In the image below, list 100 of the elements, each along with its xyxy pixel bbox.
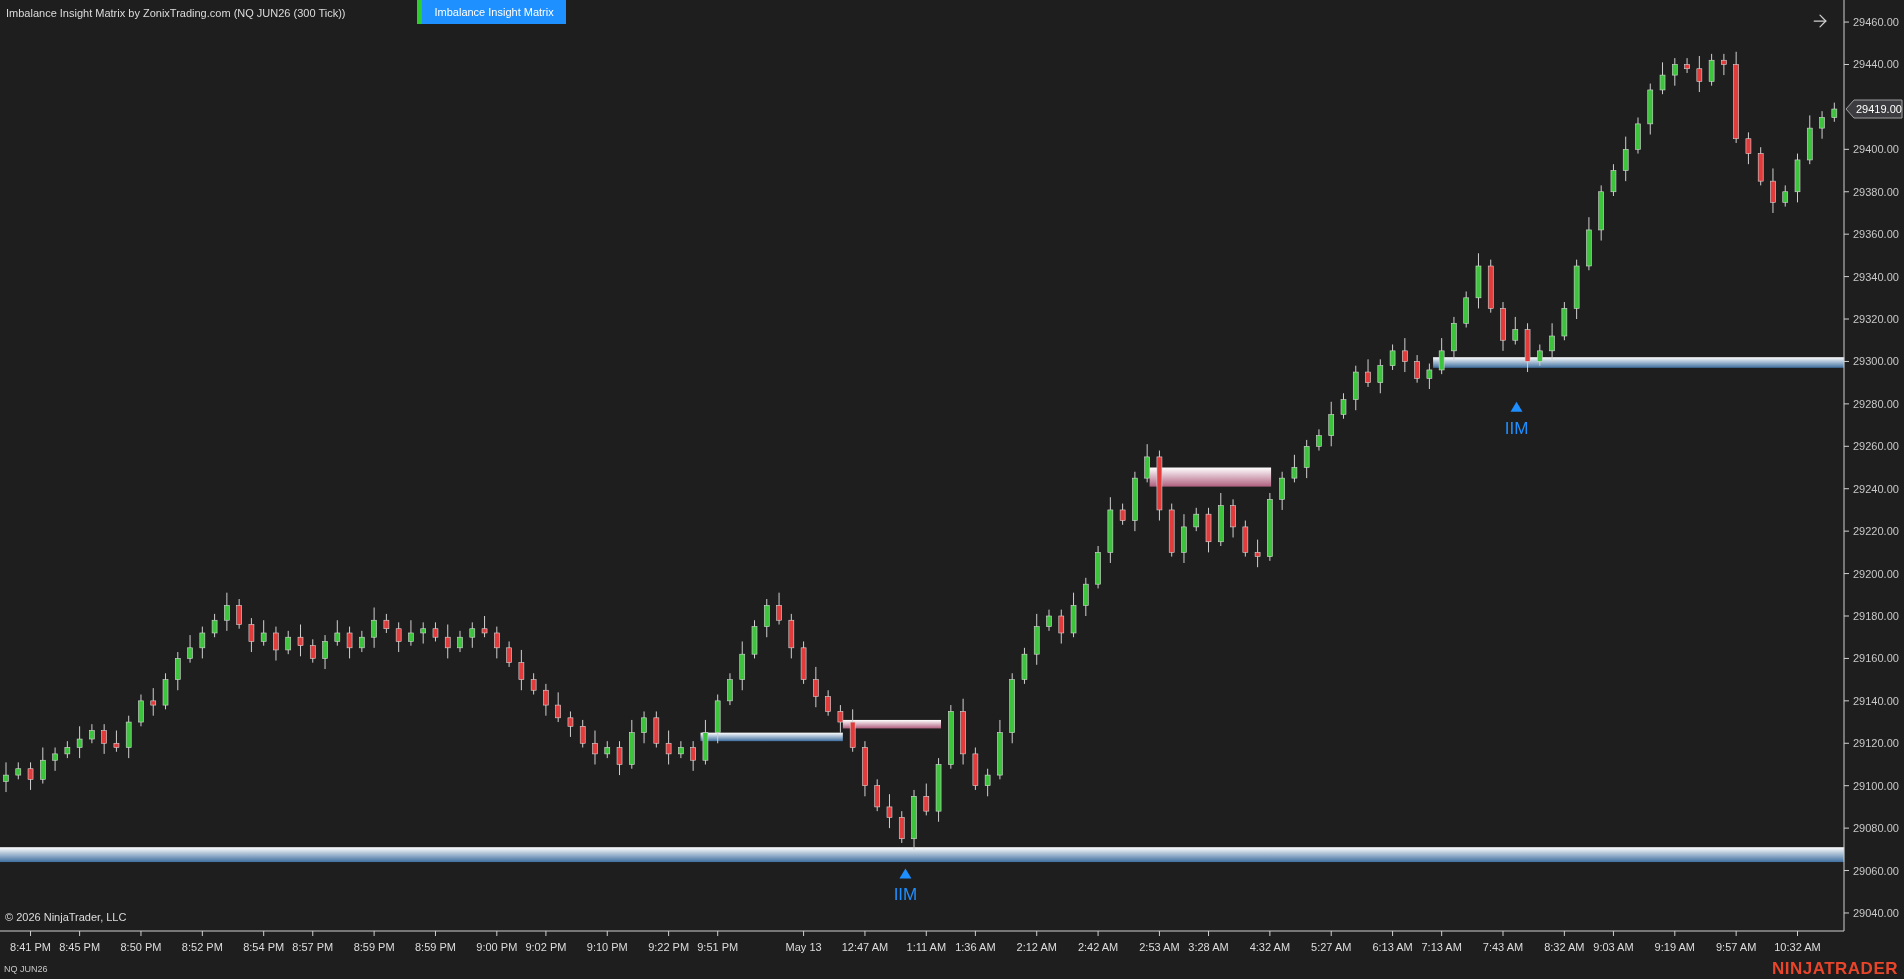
candlestick — [1622, 136, 1629, 182]
chart-title: Imbalance Insight Matrix by ZonixTrading.com (NQ JUN26 (300 Tick)) — [5, 6, 346, 21]
candlestick — [1107, 496, 1114, 564]
candlestick — [1414, 354, 1420, 384]
time-axis-label: 10:32 AM — [1774, 941, 1821, 953]
time-axis-label: 2:12 AM — [1016, 941, 1057, 953]
current-price-tag: 29419.00 — [1845, 99, 1903, 119]
candlestick — [64, 740, 71, 759]
candlestick — [1721, 53, 1727, 76]
candlestick — [1487, 259, 1494, 314]
candlestick — [874, 778, 880, 812]
candlestick — [653, 710, 660, 748]
candlestick — [800, 640, 807, 685]
candlestick — [1218, 492, 1224, 547]
marker-label: IIM — [1504, 418, 1529, 438]
candlestick — [1463, 290, 1469, 328]
candlestick — [1230, 498, 1236, 538]
candlestick — [604, 740, 611, 759]
candlestick — [1168, 503, 1175, 558]
candlestick — [849, 708, 856, 753]
indicator-strip — [417, 0, 423, 24]
candlestick — [1303, 439, 1310, 479]
price-axis-label: 29260.00 — [1853, 440, 1899, 453]
price-axis-label: 29040.00 — [1853, 906, 1899, 919]
time-axis-label: 4:32 AM — [1249, 941, 1291, 953]
time-axis-label: 9:51 PM — [697, 941, 739, 953]
candlestick — [1672, 57, 1678, 87]
candlestick — [236, 598, 242, 630]
candlestick — [1058, 609, 1065, 645]
marker-label: IIM — [893, 885, 918, 905]
time-axis-label: 8:54 PM — [243, 941, 285, 953]
candlestick — [1291, 454, 1298, 483]
time-axis-label: 5:27 AM — [1311, 941, 1352, 953]
candlestick — [714, 694, 721, 744]
time-axis-label: 9:02 PM — [525, 941, 567, 953]
candlestick — [52, 747, 58, 772]
price-axis-label: 29100.00 — [1853, 779, 1899, 792]
time-axis-label: 8:45 PM — [59, 941, 101, 953]
time-axis-label: 9:10 PM — [586, 941, 628, 953]
price-axis-label: 29220.00 — [1853, 525, 1899, 538]
candlestick — [27, 761, 34, 791]
candlestick — [1500, 301, 1506, 352]
time-axis-label: 8:59 PM — [353, 941, 395, 953]
candlestick — [1537, 344, 1543, 367]
candlestick — [125, 715, 132, 759]
time-axis-label: 8:57 PM — [292, 941, 334, 953]
time-axis-label: 9:22 PM — [648, 941, 690, 953]
candlestick — [518, 649, 525, 691]
candlestick — [1009, 672, 1015, 744]
candlestick — [629, 719, 635, 770]
candlestick — [3, 761, 9, 793]
candlestick — [1095, 545, 1101, 589]
candlestick — [1770, 167, 1776, 214]
time-axis-label: 2:53 AM — [1139, 941, 1180, 953]
candlestick — [530, 672, 537, 695]
candlestick — [1426, 363, 1433, 390]
candlestick — [506, 640, 512, 668]
candlestick — [444, 624, 451, 659]
candlestick — [788, 613, 795, 659]
candlestick — [297, 624, 304, 657]
candlestick — [1512, 316, 1519, 345]
candlestick — [150, 687, 157, 717]
candlestick — [89, 723, 95, 744]
time-axis-label: 9:03 AM — [1593, 941, 1634, 953]
candlestick — [1070, 592, 1077, 638]
candlestick — [359, 630, 365, 653]
time-axis-label: 8:52 PM — [181, 941, 223, 953]
candlestick — [187, 634, 193, 664]
candlestick — [138, 694, 144, 727]
candlestick — [1340, 392, 1347, 420]
candlestick — [1573, 259, 1580, 320]
indicator-button[interactable]: Imbalance Insight Matrix — [422, 0, 566, 24]
price-axis-label: 29240.00 — [1853, 482, 1899, 495]
candlestick — [555, 691, 561, 723]
candlestick — [1635, 117, 1641, 155]
candlestick — [260, 619, 267, 647]
candlestick — [1144, 443, 1150, 483]
candlestick — [1352, 365, 1359, 411]
candlestick — [960, 698, 966, 765]
candlestick — [40, 747, 46, 785]
candlestick — [813, 666, 819, 708]
candlestick — [1659, 61, 1666, 95]
candlestick — [886, 793, 893, 829]
price-axis-label: 29140.00 — [1853, 694, 1899, 707]
candlestick — [898, 810, 905, 844]
candlestick — [1156, 450, 1163, 522]
time-axis-label: 7:13 AM — [1421, 941, 1462, 953]
candlestick — [1033, 613, 1040, 666]
price-axis-label: 29120.00 — [1853, 737, 1899, 750]
candlestick — [1083, 577, 1089, 617]
time-axis-label: 8:50 PM — [120, 941, 162, 953]
price-axis-label: 29160.00 — [1853, 652, 1899, 665]
candlestick — [248, 617, 255, 653]
candlestick — [641, 710, 647, 744]
candlestick — [1254, 539, 1261, 568]
price-axis-label: 29080.00 — [1853, 822, 1899, 835]
candlestick — [224, 592, 230, 632]
time-axis-label: 1:11 AM — [906, 941, 947, 953]
price-axis-label: 29060.00 — [1853, 864, 1899, 877]
candlestick — [1819, 110, 1825, 140]
